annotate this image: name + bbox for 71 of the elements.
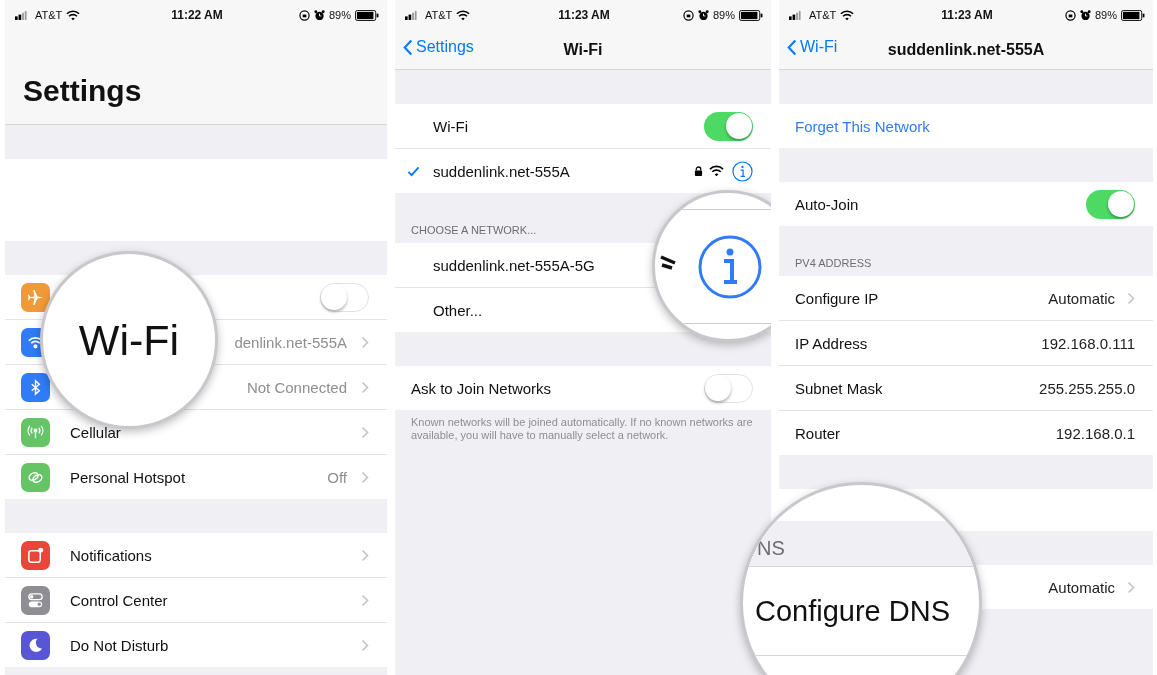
row-label: Cellular bbox=[70, 423, 121, 441]
battery-percent: 89% bbox=[712, 9, 735, 21]
clock-time: 11:23 AM bbox=[941, 8, 993, 22]
toggle-switch[interactable] bbox=[1086, 189, 1135, 219]
chevron-icon bbox=[361, 593, 369, 607]
row-label: Personal Hotspot bbox=[70, 468, 186, 486]
row-value: Automatic bbox=[1048, 578, 1115, 596]
alarm-icon bbox=[697, 9, 709, 21]
chevron-icon bbox=[361, 425, 369, 439]
toggle-switch[interactable] bbox=[704, 111, 753, 141]
battery-percent: 89% bbox=[1094, 9, 1117, 21]
section-header: PV4 ADDRESS bbox=[794, 257, 872, 271]
row-label: Other... bbox=[433, 301, 483, 319]
chevron-icon bbox=[361, 380, 369, 394]
alarm-icon bbox=[313, 9, 325, 21]
toggle-switch[interactable] bbox=[320, 282, 369, 312]
chevron-icon bbox=[1127, 580, 1135, 594]
magnified-label: Wi-Fi bbox=[78, 315, 180, 365]
clock-time: 11:23 AM bbox=[558, 8, 610, 22]
chevron-icon bbox=[361, 335, 369, 349]
battery-icon bbox=[1121, 9, 1145, 21]
alarm-icon bbox=[1079, 9, 1091, 21]
info-icon[interactable] bbox=[698, 235, 762, 299]
back-link[interactable]: Wi-Fi bbox=[787, 38, 838, 56]
row-label: Ask to Join Networks bbox=[411, 379, 552, 397]
row-label: Wi-Fi bbox=[433, 117, 468, 135]
row-value: 192.168.0.111 bbox=[1041, 334, 1135, 352]
chevron-icon bbox=[361, 548, 369, 562]
navigation-title: Wi-Fi bbox=[563, 40, 603, 59]
back-chevron-icon bbox=[403, 38, 413, 56]
rotation-lock-icon bbox=[1064, 9, 1076, 21]
toggle-switch[interactable] bbox=[704, 373, 753, 403]
rotation-lock-icon bbox=[298, 9, 310, 21]
forget-network-link[interactable]: Forget This Network bbox=[795, 117, 930, 135]
navigation-title: suddenlink.net-555A bbox=[887, 40, 1045, 59]
row-label: Do Not Disturb bbox=[70, 636, 169, 654]
lock-icon bbox=[694, 165, 703, 177]
info-icon[interactable] bbox=[732, 160, 753, 182]
footer-note: Known networks will be joined automatically. If no known networks are available, you will have to manually select a network. bbox=[410, 415, 754, 443]
rotation-lock-icon bbox=[682, 9, 694, 21]
row-label: suddenlink.net-555A bbox=[433, 162, 570, 180]
carrier-name: AT&T bbox=[425, 9, 453, 21]
magnified-label: Configure DNS bbox=[754, 594, 951, 628]
chevron-icon bbox=[361, 638, 369, 652]
row-value: Not Connected bbox=[246, 378, 347, 396]
row-value: 255.255.255.0 bbox=[1039, 379, 1135, 397]
row-value: Automatic bbox=[1048, 289, 1115, 307]
back-chevron-icon bbox=[787, 38, 797, 56]
carrier-name: AT&T bbox=[809, 9, 837, 21]
row-label: IP Address bbox=[795, 334, 868, 352]
row-value: denlink.net-555A bbox=[234, 333, 347, 351]
row-label: Router bbox=[795, 424, 841, 442]
page-title: Settings bbox=[23, 74, 142, 108]
row-label: Notifications bbox=[70, 546, 152, 564]
chevron-icon bbox=[361, 470, 369, 484]
clock-time: 11:22 AM bbox=[171, 8, 223, 22]
battery-percent: 89% bbox=[328, 9, 351, 21]
battery-icon bbox=[355, 9, 379, 21]
chevron-icon bbox=[1127, 291, 1135, 305]
carrier-name: AT&T bbox=[35, 9, 63, 21]
back-link[interactable]: Settings bbox=[403, 38, 474, 56]
row-label: suddenlink.net-555A-5G bbox=[433, 256, 595, 274]
row-label: Control Center bbox=[70, 591, 168, 609]
row-value: 192.168.0.1 bbox=[1055, 424, 1135, 442]
row-value: Off bbox=[327, 468, 347, 486]
row-label: Auto-Join bbox=[795, 195, 859, 213]
battery-icon bbox=[739, 9, 763, 21]
row-label: Configure IP bbox=[795, 289, 879, 307]
magnified-header: NS bbox=[756, 537, 785, 561]
row-label: Subnet Mask bbox=[795, 379, 883, 397]
section-header: CHOOSE A NETWORK... bbox=[410, 224, 537, 238]
